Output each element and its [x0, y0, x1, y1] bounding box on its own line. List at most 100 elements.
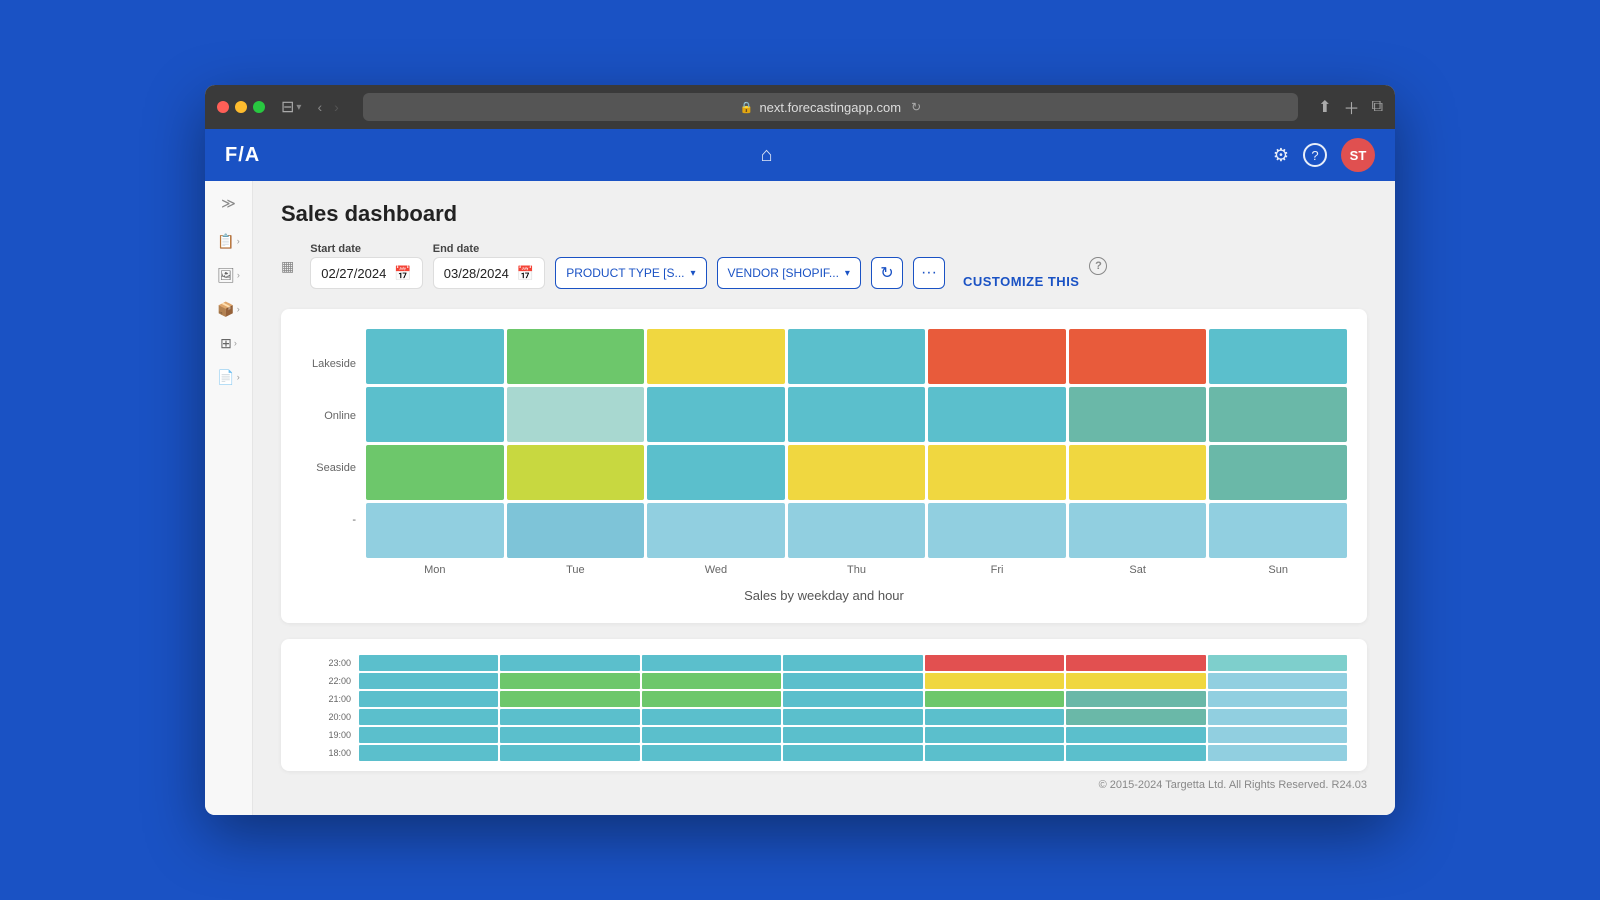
sidebar-item-1[interactable]: 📋 › [211, 226, 247, 256]
heatmap2-cell-r2-c1[interactable] [500, 691, 639, 707]
heatmap2-cell-r3-c4[interactable] [925, 709, 1064, 725]
url-bar[interactable]: 🔒 next.forecastingapp.com ↻ [363, 93, 1298, 121]
heatmap2-cell-r5-c1[interactable] [500, 745, 639, 761]
heatmap2-cell-r3-c6[interactable] [1208, 709, 1347, 725]
share-icon[interactable]: ⬆ [1318, 97, 1331, 117]
heatmap2-cell-r4-c5[interactable] [1066, 727, 1205, 743]
heatmap2-cell-r1-c6[interactable] [1208, 673, 1347, 689]
heatmap2-cell-r0-c1[interactable] [500, 655, 639, 671]
heatmap1-cell-r1-c4[interactable] [928, 387, 1066, 442]
heatmap1-cell-r2-c1[interactable] [507, 445, 645, 500]
heatmap2-cell-r1-c3[interactable] [783, 673, 922, 689]
heatmap2-cell-r4-c1[interactable] [500, 727, 639, 743]
heatmap1-cell-r1-c2[interactable] [647, 387, 785, 442]
heatmap1-cell-r3-c2[interactable] [647, 503, 785, 558]
heatmap1-cell-r3-c6[interactable] [1209, 503, 1347, 558]
back-button[interactable]: ‹ [313, 97, 326, 117]
heatmap2-cell-r4-c0[interactable] [359, 727, 498, 743]
heatmap2-cell-r0-c0[interactable] [359, 655, 498, 671]
heatmap1-cell-r0-c2[interactable] [647, 329, 785, 384]
sidebar-item-5[interactable]: 📄 › [211, 362, 247, 392]
fullscreen-button[interactable] [253, 101, 265, 113]
heatmap1-cell-r1-c1[interactable] [507, 387, 645, 442]
heatmap2-cell-r4-c6[interactable] [1208, 727, 1347, 743]
heatmap2-cell-r4-c2[interactable] [642, 727, 781, 743]
help-icon[interactable]: ? [1303, 143, 1327, 167]
heatmap2-cell-r5-c3[interactable] [783, 745, 922, 761]
heatmap2-cell-r3-c0[interactable] [359, 709, 498, 725]
heatmap1-cell-r1-c0[interactable] [366, 387, 504, 442]
end-date-input[interactable]: 03/28/2024 📅 [433, 257, 546, 289]
product-type-filter-btn[interactable]: PRODUCT TYPE [S... ▾ [555, 257, 706, 289]
sidebar-item-3[interactable]: 📦 › [211, 294, 247, 324]
heatmap2-cell-r0-c5[interactable] [1066, 655, 1205, 671]
forward-button[interactable]: › [330, 97, 343, 117]
vendor-filter-btn[interactable]: VENDOR [SHOPIF... ▾ [717, 257, 861, 289]
heatmap2-cell-r1-c2[interactable] [642, 673, 781, 689]
heatmap2-cell-r1-c1[interactable] [500, 673, 639, 689]
customize-btn[interactable]: CUSTOMIZE THIS [963, 274, 1080, 289]
start-date-input[interactable]: 02/27/2024 📅 [310, 257, 423, 289]
minimize-button[interactable] [235, 101, 247, 113]
heatmap2-cell-r4-c3[interactable] [783, 727, 922, 743]
heatmap1-cell-r0-c1[interactable] [507, 329, 645, 384]
heatmap1-cell-r2-c4[interactable] [928, 445, 1066, 500]
heatmap1-cell-r3-c4[interactable] [928, 503, 1066, 558]
heatmap1-cell-r0-c3[interactable] [788, 329, 926, 384]
customize-help-icon[interactable]: ? [1089, 257, 1107, 275]
heatmap2-cell-r0-c6[interactable] [1208, 655, 1347, 671]
more-options-btn[interactable]: ··· [913, 257, 945, 289]
sidebar-toggle[interactable]: ⊟▾ [281, 97, 301, 117]
heatmap2-cell-r5-c6[interactable] [1208, 745, 1347, 761]
heatmap2-cell-r3-c1[interactable] [500, 709, 639, 725]
heatmap1-cell-r2-c6[interactable] [1209, 445, 1347, 500]
heatmap1-cell-r3-c0[interactable] [366, 503, 504, 558]
heatmap1-cell-r2-c3[interactable] [788, 445, 926, 500]
heatmap2-cell-r5-c0[interactable] [359, 745, 498, 761]
heatmap2-cell-r1-c0[interactable] [359, 673, 498, 689]
new-tab-icon[interactable]: ＋ [1344, 95, 1360, 119]
heatmap2-cell-r0-c2[interactable] [642, 655, 781, 671]
heatmap2-cell-r2-c0[interactable] [359, 691, 498, 707]
close-button[interactable] [217, 101, 229, 113]
heatmap1-cell-r1-c6[interactable] [1209, 387, 1347, 442]
heatmap2-cell-r3-c3[interactable] [783, 709, 922, 725]
heatmap2-cell-r2-c2[interactable] [642, 691, 781, 707]
heatmap2-cell-r2-c5[interactable] [1066, 691, 1205, 707]
heatmap2-cell-r2-c3[interactable] [783, 691, 922, 707]
heatmap1-cell-r3-c1[interactable] [507, 503, 645, 558]
heatmap2-cell-r0-c4[interactable] [925, 655, 1064, 671]
heatmap2-cell-r5-c5[interactable] [1066, 745, 1205, 761]
user-avatar[interactable]: ST [1341, 138, 1375, 172]
heatmap2-cell-r5-c2[interactable] [642, 745, 781, 761]
heatmap2-cell-r3-c2[interactable] [642, 709, 781, 725]
heatmap1-cell-r2-c0[interactable] [366, 445, 504, 500]
heatmap1-cell-r2-c2[interactable] [647, 445, 785, 500]
heatmap1-cell-r2-c5[interactable] [1069, 445, 1207, 500]
heatmap1-cell-r3-c5[interactable] [1069, 503, 1207, 558]
heatmap2-cell-r2-c6[interactable] [1208, 691, 1347, 707]
sidebar-item-4[interactable]: ⊞ › [211, 328, 247, 358]
heatmap2-cell-r4-c4[interactable] [925, 727, 1064, 743]
sidebar-expand-btn[interactable]: ≫ [215, 189, 242, 218]
tabs-icon[interactable]: ⧉ [1372, 98, 1383, 116]
heatmap1-cell-r0-c6[interactable] [1209, 329, 1347, 384]
heatmap2-cell-r1-c5[interactable] [1066, 673, 1205, 689]
table-view-icon[interactable]: ▦ [281, 258, 294, 275]
heatmap1-cell-r0-c5[interactable] [1069, 329, 1207, 384]
heatmap2-cell-r1-c4[interactable] [925, 673, 1064, 689]
home-icon[interactable]: ⌂ [760, 144, 772, 167]
heatmap1-cell-r0-c4[interactable] [928, 329, 1066, 384]
heatmap1-cell-r1-c3[interactable] [788, 387, 926, 442]
reload-icon[interactable]: ↻ [911, 100, 921, 114]
heatmap2-cell-r2-c4[interactable] [925, 691, 1064, 707]
heatmap1-cell-r1-c5[interactable] [1069, 387, 1207, 442]
settings-icon[interactable]: ⚙ [1273, 145, 1289, 166]
refresh-btn[interactable]: ↻ [871, 257, 903, 289]
heatmap1-cell-r3-c3[interactable] [788, 503, 926, 558]
heatmap2-cell-r5-c4[interactable] [925, 745, 1064, 761]
heatmap2-cell-r0-c3[interactable] [783, 655, 922, 671]
heatmap1-cell-r0-c0[interactable] [366, 329, 504, 384]
sidebar-item-2[interactable]: 🖼 › [211, 260, 247, 290]
heatmap2-cell-r3-c5[interactable] [1066, 709, 1205, 725]
